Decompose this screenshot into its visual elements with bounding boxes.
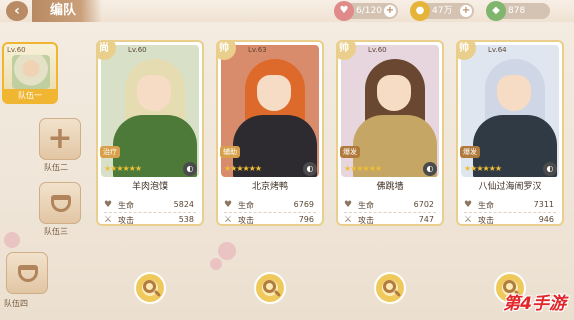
view-details-button[interactable] (254, 272, 286, 304)
heart-icon: ♥ (464, 200, 473, 210)
attack-stat: ⚔ 攻击 946 (464, 212, 556, 225)
character-card[interactable]: 帅 Lv.63 辅助 ★★★★★★ ◐ 北京烤鸭 ♥ 生命 6769 ⚔ 攻击 … (216, 40, 324, 226)
team-slot-4-button[interactable] (6, 252, 48, 294)
star-rating: ★★★★★★ (344, 164, 382, 173)
star-rating: ★★★★★★ (464, 164, 502, 173)
character-card[interactable]: 帅 Lv.64 爆发 ★★★★★★ ◐ 八仙过海闹罗汉 ♥ 生命 7311 ⚔ … (456, 40, 564, 226)
role-badge: 辅助 (220, 146, 240, 158)
heart-icon: ♥ (104, 200, 113, 210)
back-button[interactable]: ‹ (6, 1, 28, 21)
attack-stat: ⚔ 攻击 796 (224, 212, 316, 225)
team-slot-3-button[interactable] (39, 182, 81, 224)
team-label-4: 队伍四 (4, 299, 28, 308)
sword-icon: ⚔ (464, 215, 473, 225)
element-icon: ◐ (543, 162, 557, 176)
view-details-button[interactable] (134, 272, 166, 304)
blossom-decoration (218, 242, 236, 260)
heart-icon: ♥ (224, 200, 233, 210)
card-level: Lv.60 (128, 46, 147, 54)
star-rating: ★★★★★★ (104, 164, 142, 173)
character-name: 八仙过海闹罗汉 (461, 180, 559, 194)
sword-icon: ⚔ (104, 215, 113, 225)
page-title: 编队 (32, 0, 103, 22)
character-name: 北京烤鸭 (221, 180, 319, 194)
role-badge: 爆发 (340, 146, 360, 158)
attack-stat: ⚔ 攻击 538 (104, 212, 196, 225)
hp-stat: ♥ 生命 6702 (344, 200, 434, 210)
character-name: 佛跳墙 (341, 180, 439, 194)
sword-icon: ⚔ (344, 215, 353, 225)
heart-icon: ♥ (334, 1, 354, 21)
team-leader-avatar (12, 55, 50, 89)
team-label-3: 队伍三 (44, 227, 68, 236)
star-rating: ★★★★★★ (224, 164, 262, 173)
add-coin-button[interactable]: + (460, 5, 472, 17)
card-level: Lv.60 (368, 46, 387, 54)
coin-icon: ● (410, 1, 430, 21)
stamina-counter: ♥ 6/120 + (334, 1, 398, 21)
blossom-decoration (4, 232, 20, 248)
attack-stat: ⚔ 攻击 747 (344, 212, 436, 225)
heart-icon: ♥ (344, 200, 353, 210)
top-bar: ‹ 编队 ♥ 6/120 + ● 47万 + ◆ 878 (0, 0, 574, 22)
element-icon: ◐ (423, 162, 437, 176)
team-slot-active[interactable]: Lv.60 队伍一 (2, 42, 58, 104)
role-badge: 治疗 (100, 146, 120, 158)
card-level: Lv.64 (488, 46, 507, 54)
watermark-logo: 第4手游 (503, 294, 566, 314)
cup-icon (18, 265, 38, 282)
team-label-2: 队伍二 (44, 163, 68, 172)
cup-icon (51, 195, 71, 212)
plus-icon: + (47, 121, 73, 156)
character-name: 羊肉泡馍 (101, 180, 199, 194)
character-card[interactable]: 帅 Lv.60 爆发 ★★★★★★ ◐ 佛跳墙 ♥ 生命 6702 ⚔ 攻击 7… (336, 40, 444, 226)
character-card[interactable]: 尚 Lv.60 治疗 ★★★★★★ ◐ 羊肉泡馍 ♥ 生命 5824 ⚔ 攻击 … (96, 40, 204, 226)
team-slot-2-button[interactable]: + (39, 118, 81, 160)
coin-counter: ● 47万 + (410, 1, 474, 21)
view-details-button[interactable] (374, 272, 406, 304)
blossom-decoration (210, 258, 222, 270)
gem-counter: ◆ 878 (486, 1, 550, 21)
role-badge: 爆发 (460, 146, 480, 158)
add-stamina-button[interactable]: + (384, 5, 396, 17)
sword-icon: ⚔ (224, 215, 233, 225)
hp-stat: ♥ 生命 5824 (104, 200, 194, 210)
card-level: Lv.63 (248, 46, 267, 54)
hp-stat: ♥ 生命 7311 (464, 200, 554, 210)
hp-stat: ♥ 生命 6769 (224, 200, 314, 210)
element-icon: ◐ (303, 162, 317, 176)
element-icon: ◐ (183, 162, 197, 176)
gem-icon: ◆ (486, 1, 506, 21)
